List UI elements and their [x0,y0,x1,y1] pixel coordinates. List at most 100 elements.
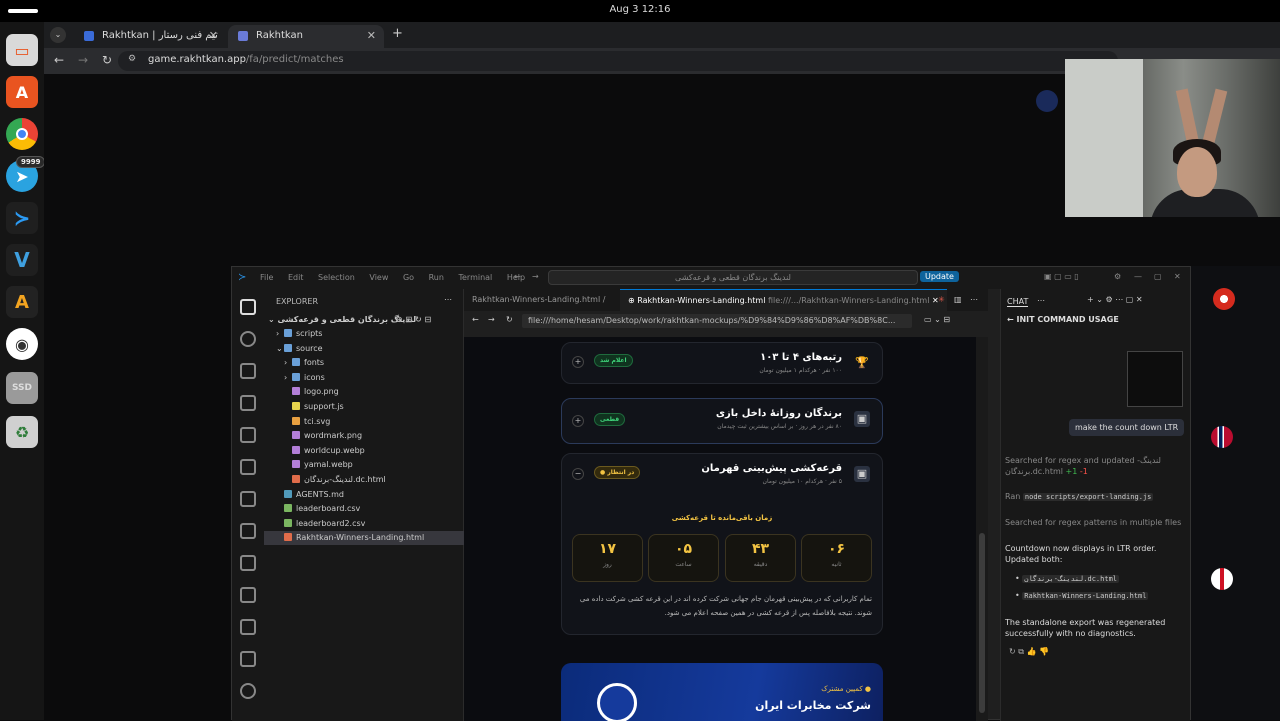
menu-edit[interactable]: Edit [288,273,304,282]
menu-file[interactable]: File [260,273,273,282]
command-center[interactable]: لندینگ برندگان قطعی و قرعه‌کشی [548,270,918,285]
chat-tab[interactable]: CHAT [1007,297,1029,307]
tree-item[interactable]: ⌄ source [264,342,464,356]
preview-forward-icon[interactable]: → [488,315,495,324]
back-arrow-icon[interactable]: ← [1007,315,1017,324]
split-editor-icon[interactable]: ▥ [954,295,962,304]
forward-arrow-icon[interactable]: → [78,53,88,67]
minimize-icon[interactable]: — [1134,272,1142,281]
sponsor-banner[interactable]: ● کمپین مشترک شرکت مخابرات ایران [561,663,883,721]
obs-icon[interactable]: ◉ [6,328,38,360]
menu-view[interactable]: View [369,273,388,282]
run-debug-icon[interactable] [240,395,256,411]
tree-item[interactable]: AGENTS.md [264,488,464,502]
ssd-drive-icon[interactable]: SSD [6,372,38,404]
files-icon[interactable]: ▭ [6,34,38,66]
tree-item[interactable]: leaderboard2.csv [264,517,464,531]
new-chat-icon[interactable]: + ⌄ ⚙ ⋯ ▢ ✕ [1087,295,1143,304]
prize-card-daily[interactable]: ▣ برندگان روزانهٔ داخل بازی ۸۰ نفر در هر… [561,398,883,444]
settings-gear-icon[interactable]: ⚙ [1114,272,1121,281]
tree-item[interactable]: logo.png [264,385,464,399]
tree-item[interactable]: support.js [264,400,464,414]
file-png-icon [292,431,300,440]
live-share-icon[interactable] [240,619,256,635]
tree-item[interactable]: › fonts [264,356,464,370]
extensions-icon[interactable] [240,459,256,475]
menu-terminal[interactable]: Terminal [458,273,492,282]
vscode-icon[interactable]: ≻ [6,202,38,234]
updated-file-1[interactable]: • لندینگ-برندگان.dc.html [1015,573,1195,585]
explorer-toolbar-icons[interactable]: ⊕ ⊞ ↻ ⊟ [396,313,431,327]
alacritty-icon[interactable]: A [6,286,38,318]
chrome-icon[interactable] [6,118,38,150]
maximize-icon[interactable]: ▢ [1154,272,1162,281]
explorer-root[interactable]: ⌄ لندینگ برندگان قطعی و قرعه‌کشی ⊕ ⊞ ↻ ⊟ [264,313,464,327]
copilot-icon[interactable] [240,491,256,507]
update-button[interactable]: Update [920,271,959,282]
tree-item[interactable]: leaderboard.csv [264,502,464,516]
python-icon[interactable] [240,555,256,571]
github-icon[interactable] [240,683,256,699]
trash-icon[interactable]: ♻ [6,416,38,448]
nav-forward-icon[interactable]: → [532,272,539,281]
url-input[interactable]: ⚙ game.rakhtkan.app/fa/predict/matches [118,51,1118,71]
expand-plus-icon[interactable]: + [572,356,584,368]
preview-url-input[interactable]: file:///home/hesam/Desktop/work/rakhtkan… [522,314,912,328]
preview-toolbar-icons[interactable]: ▭ ⌄ ⊟ [924,315,950,324]
menu-go[interactable]: Go [403,273,414,282]
tree-item[interactable]: › icons [264,371,464,385]
python-env-icon[interactable] [240,587,256,603]
tree-item[interactable]: worldcup.webp [264,444,464,458]
prize-card-lottery[interactable]: ▣ قرعه‌کشی پیش‌بینی قهرمان ۵ نفر · هرکدا… [561,453,883,635]
explorer-icon[interactable] [240,299,256,315]
editor-tab-preview[interactable]: ⊕ Rakhtkan-Winners-Landing.html file:///… [620,289,947,311]
telegram-icon[interactable]: ➤ 9999 [6,156,46,192]
close-tab-icon[interactable]: ✕ [367,29,376,42]
vim-icon[interactable]: V [6,244,38,276]
tree-chevron-icon: › [276,329,280,338]
preview-reload-icon[interactable]: ↻ [506,315,513,324]
tab-rakhtkan[interactable]: Rakhtkan ✕ [228,25,384,48]
reload-icon[interactable]: ↻ [102,53,112,67]
search-icon[interactable] [240,331,256,347]
more-actions-icon[interactable]: ⋯ [444,295,452,304]
system-clock[interactable]: Aug 3 12:16 [0,4,1280,15]
tree-item[interactable]: Rakhtkan-Winners-Landing.html [264,531,464,546]
tab-rakhtkan-team[interactable]: Rakhtkan | تیم فنی رستار ✕ [74,25,226,48]
layout-toggle-icon[interactable]: ▣ ▢ ▭ ▯ [1044,272,1079,281]
tree-item-label: fonts [304,358,325,368]
tree-item[interactable]: لندینگ-برندگان.dc.html [264,473,464,487]
more-actions-icon[interactable]: ⋯ [970,295,978,304]
testing-icon[interactable] [240,523,256,539]
updated-file-2[interactable]: • Rakhtkan-Winners-Landing.html [1015,590,1195,602]
collapse-minus-icon[interactable]: − [572,468,584,480]
new-tab-button[interactable]: + [392,26,403,41]
close-tab-icon[interactable]: ✕ [209,29,218,42]
tree-item[interactable]: › scripts [264,327,464,341]
preview-back-icon[interactable]: ← [472,315,479,324]
preview-scrollbar[interactable] [976,337,988,721]
message-actions[interactable]: ↻ ⧉ 👍 👎 [1009,647,1049,657]
tree-item[interactable]: tci.svg [264,415,464,429]
prize-card-ranks[interactable]: 🏆 رتبه‌های ۴ تا ۱۰۳ ۱۰۰ نفر · هرکدام ۱ م… [561,342,883,384]
git-graph-icon[interactable] [240,651,256,667]
attached-screenshot-thumbnail[interactable] [1127,351,1183,407]
site-info-icon[interactable]: ⚙ [128,54,136,64]
close-window-icon[interactable]: ✕ [1174,272,1181,281]
remote-explorer-icon[interactable] [240,427,256,443]
app-center-icon[interactable]: A [6,76,38,108]
page-avatar-icon[interactable] [1036,90,1058,112]
menu-selection[interactable]: Selection [318,273,355,282]
editor-tab-source[interactable]: Rakhtkan-Winners-Landing.html / [464,289,613,311]
source-control-icon[interactable] [240,363,256,379]
more-actions-icon[interactable]: ⋯ [1037,296,1045,305]
nav-back-icon[interactable]: ← [514,272,521,281]
expand-plus-icon[interactable]: + [572,415,584,427]
bug-icon[interactable]: ✳ [938,295,945,304]
tree-item[interactable]: yamal.webp [264,458,464,472]
back-arrow-icon[interactable]: ← [54,53,64,67]
scroll-thumb[interactable] [979,533,985,713]
tree-item[interactable]: wordmark.png [264,429,464,443]
tab-search-chevron-icon[interactable]: ⌄ [50,27,66,43]
menu-run[interactable]: Run [429,273,444,282]
